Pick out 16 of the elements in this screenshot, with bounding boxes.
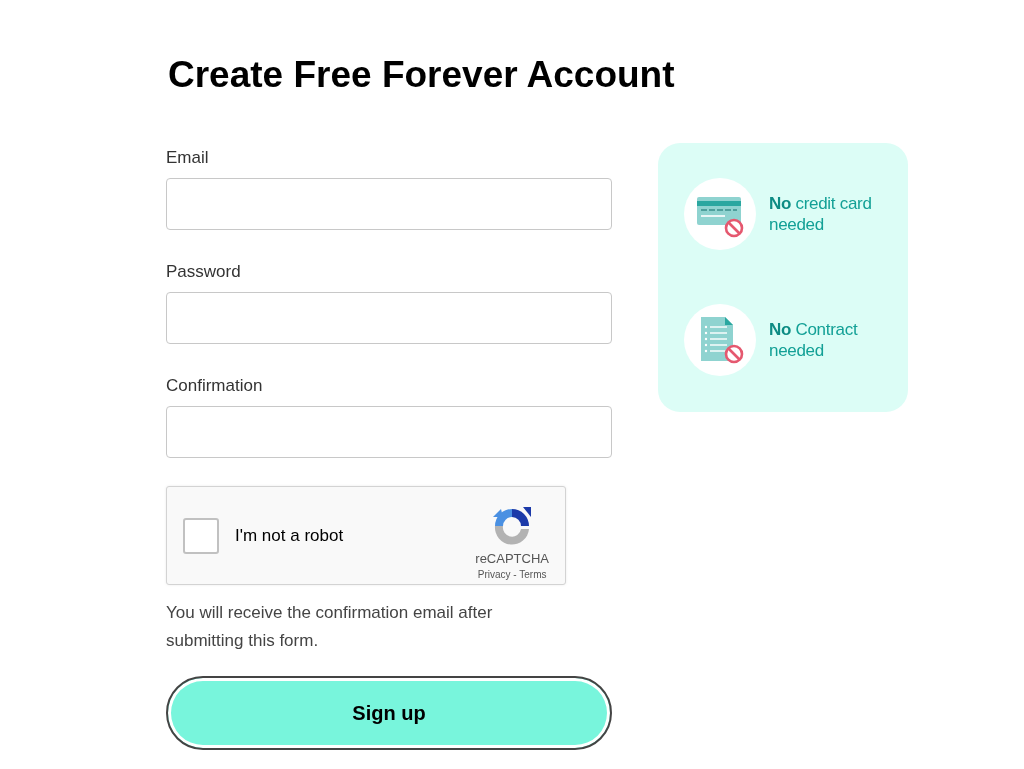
input-field[interactable] xyxy=(166,292,612,344)
field-label: Confirmation xyxy=(166,376,263,396)
captcha-brand: reCAPTCHA xyxy=(475,551,549,566)
benefit-text: No credit card needed xyxy=(769,193,873,235)
captcha-label: I'm not a robot xyxy=(235,525,345,546)
recaptcha-logo-icon xyxy=(491,505,534,547)
page-title: Create Free Forever Account xyxy=(167,53,676,97)
benefit-text: No Contract needed xyxy=(769,319,859,361)
input-field[interactable] xyxy=(166,178,612,230)
info-text: You will receive the confirmation email after submitting this form. xyxy=(166,602,494,652)
field-label: Email xyxy=(166,148,209,168)
field-label: Password xyxy=(166,262,241,282)
input-field[interactable] xyxy=(166,406,612,458)
captcha-checkbox[interactable] xyxy=(183,517,219,554)
sign-up-button[interactable]: Sign up xyxy=(166,676,612,750)
captcha-links[interactable]: Privacy - Terms xyxy=(477,569,547,580)
